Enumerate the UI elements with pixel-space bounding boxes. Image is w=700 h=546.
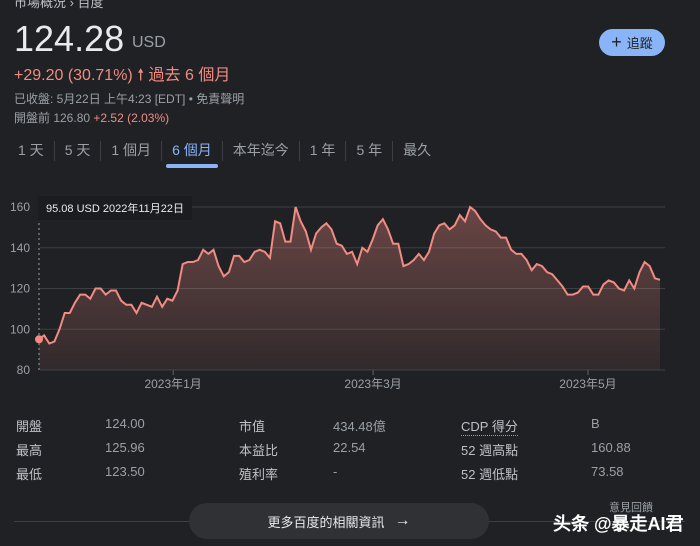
y-tick-label: 80 (17, 363, 31, 377)
divider (14, 521, 194, 522)
stat-label: 開盤 (16, 419, 43, 434)
tab-range[interactable]: 5 年 (346, 140, 392, 162)
stat-value: 124.00 (105, 416, 145, 431)
y-tick-label: 140 (10, 241, 30, 255)
hover-point (35, 335, 43, 344)
stat-value: - (333, 464, 338, 479)
currency: USD (132, 34, 166, 51)
y-tick-label: 160 (10, 200, 30, 214)
tab-range[interactable]: 1 天 (8, 140, 54, 162)
stat-label: 最高 (16, 443, 43, 458)
x-tick-label: 2023年1月 (144, 377, 201, 391)
stat-label: 本益比 (239, 443, 279, 458)
more-info-button[interactable]: 更多百度的相關資訊 → (189, 503, 489, 539)
tab-range[interactable]: 5 天 (55, 140, 101, 162)
y-tick-label: 120 (10, 282, 30, 296)
stat-label: 52 週低點 (461, 467, 519, 482)
watermark: 头条 @暴走AI君 (553, 514, 684, 534)
arrow-right-icon: → (394, 512, 411, 529)
price-change: +29.20 (30.71%) 🠕 過去 6 個月 (14, 61, 230, 91)
tab-range[interactable]: 1 個月 (101, 140, 161, 162)
price-chart[interactable]: 80 100 120 140 160 2023年1月 2023年3月 2023年5月 (0, 190, 700, 400)
breadcrumb[interactable]: 市場概況 › 百度 (14, 0, 104, 11)
stat-label: 市值 (239, 419, 266, 434)
stat-value: B (591, 416, 600, 431)
premarket-info: 開盤前 126.80 +2.52 (2.03%) (14, 109, 169, 126)
stock-price: 124.28 (14, 18, 125, 59)
tab-range[interactable]: 1 年 (300, 140, 346, 162)
stat-label: 最低 (16, 467, 43, 482)
follow-button[interactable]: + 追蹤 (599, 29, 665, 56)
more-info-label: 更多百度的相關資訊 (267, 514, 385, 530)
stat-label: 殖利率 (239, 467, 279, 482)
plus-icon: + (611, 32, 622, 52)
range-tabs: 1 天5 天1 個月 6 個月 本年迄今 1 年5 年最久 (8, 140, 441, 168)
stat-value: 22.54 (333, 440, 366, 455)
x-tick-label: 2023年3月 (344, 377, 401, 391)
premarket-change: +2.52 (2.03%) (93, 111, 170, 125)
stat-value: 434.48億 (333, 419, 386, 434)
stat-label: CDP 得分 (461, 416, 518, 436)
tab-range[interactable]: 本年迄今 (223, 140, 299, 162)
stat-label: 52 週高點 (461, 443, 519, 458)
tab-range[interactable]: 最久 (393, 140, 441, 162)
stat-value: 160.88 (591, 440, 631, 455)
chart-tooltip: 95.08 USD 2022年11月22日 (38, 196, 192, 220)
stat-value: 125.96 (105, 440, 145, 455)
stat-value: 73.58 (591, 464, 624, 479)
arrow-up-icon: 🠕 (137, 67, 145, 84)
change-value: +29.20 (30.71%) (14, 67, 133, 84)
x-tick-label: 2023年5月 (559, 377, 616, 391)
closed-info: 已收盤: 5月22日 上午4:23 [EDT] • 免責聲明 (14, 92, 245, 106)
premarket-label: 開盤前 126.80 (14, 111, 91, 125)
tab-range[interactable]: 6 個月 (162, 140, 222, 168)
stat-value: 123.50 (105, 464, 145, 479)
change-period: 過去 6 個月 (148, 67, 231, 84)
follow-label: 追蹤 (626, 36, 653, 51)
y-tick-label: 100 (10, 322, 30, 336)
